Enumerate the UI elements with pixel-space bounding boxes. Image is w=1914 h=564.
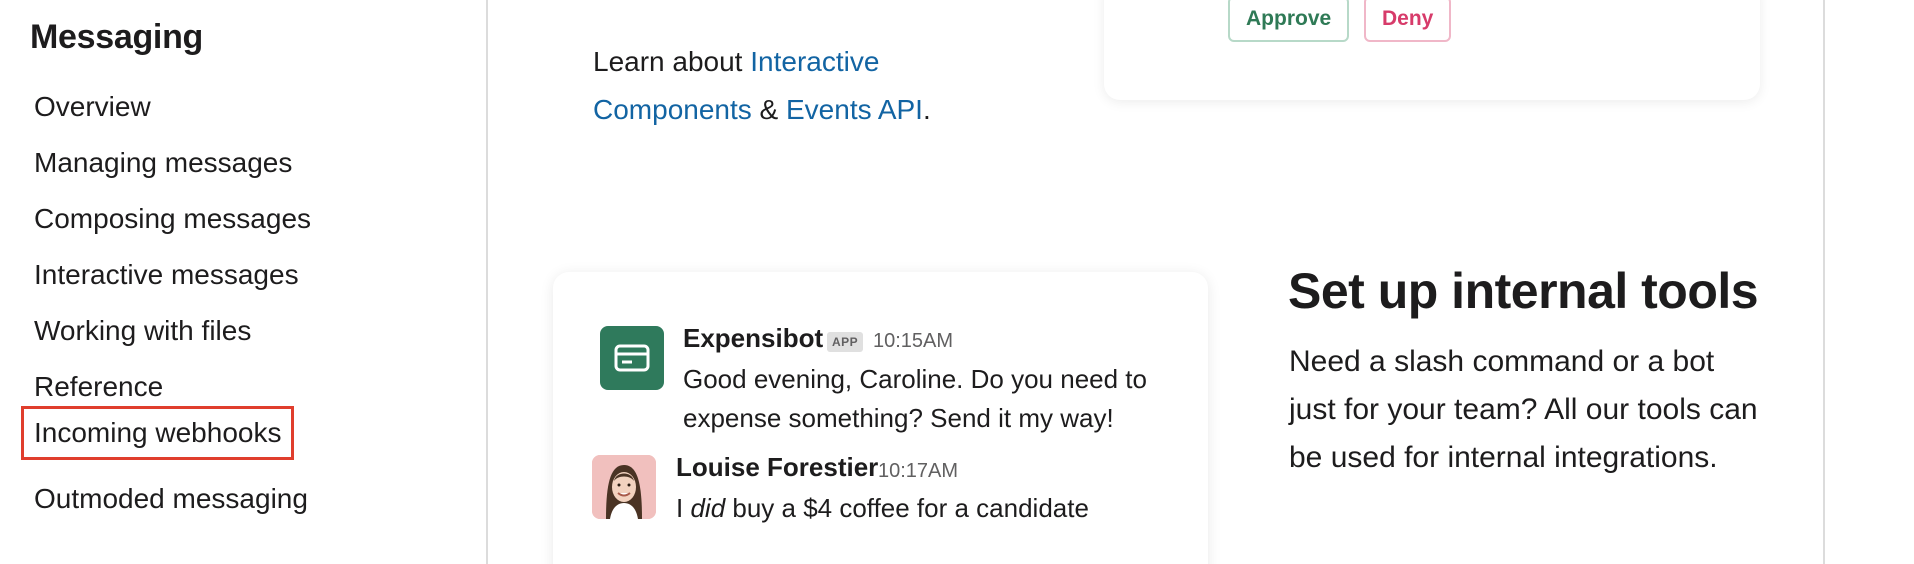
content-right-border xyxy=(1823,0,1825,564)
user-avatar xyxy=(592,455,656,519)
sidebar-item-overview[interactable]: Overview xyxy=(34,91,151,123)
sidebar-item-incoming-webhooks[interactable]: Incoming webhooks xyxy=(20,406,295,460)
sidebar-item-managing-messages[interactable]: Managing messages xyxy=(34,147,292,179)
message-timestamp: 10:17AM xyxy=(878,460,959,482)
sidebar-title: Messaging xyxy=(30,18,204,56)
learn-prefix: Learn about xyxy=(593,46,751,77)
events-api-link[interactable]: Events API xyxy=(786,94,923,125)
sidebar-item-outmoded-messaging[interactable]: Outmoded messaging xyxy=(34,483,308,515)
feature-description: Need a slash command or a bot just for y… xyxy=(1289,345,1758,474)
message-sender-name: Louise Forestier xyxy=(676,452,879,482)
sidebar-item-working-with-files[interactable]: Working with files xyxy=(34,315,251,347)
approve-button[interactable]: Approve xyxy=(1228,0,1350,42)
expensibot-avatar xyxy=(600,326,664,390)
app-badge: APP xyxy=(827,332,864,352)
learn-suffix: . xyxy=(922,94,931,125)
sidebar-divider xyxy=(486,0,488,564)
message-timestamp: 10:15AM xyxy=(873,330,954,352)
sidebar-item-reference[interactable]: Reference xyxy=(34,371,163,403)
message-text: Good evening, Caroline. Do you need to e… xyxy=(683,364,1147,433)
user-photo xyxy=(592,455,656,519)
sidebar-item-interactive-messages[interactable]: Interactive messages xyxy=(34,259,299,291)
message-sender-name: Expensibot xyxy=(683,323,824,353)
sidebar: Messaging Overview Managing messages Com… xyxy=(0,0,486,564)
credit-card-icon xyxy=(614,344,650,372)
deny-button[interactable]: Deny xyxy=(1364,0,1452,42)
sidebar-item-composing-messages[interactable]: Composing messages xyxy=(34,203,311,235)
feature-title: Set up internal tools xyxy=(1288,263,1759,319)
message-text: I did buy a $4 coffee for a candidate xyxy=(676,493,1089,523)
learn-middle: & xyxy=(751,94,786,125)
learn-about-text: Learn about Interactive Components & Even… xyxy=(593,38,953,134)
